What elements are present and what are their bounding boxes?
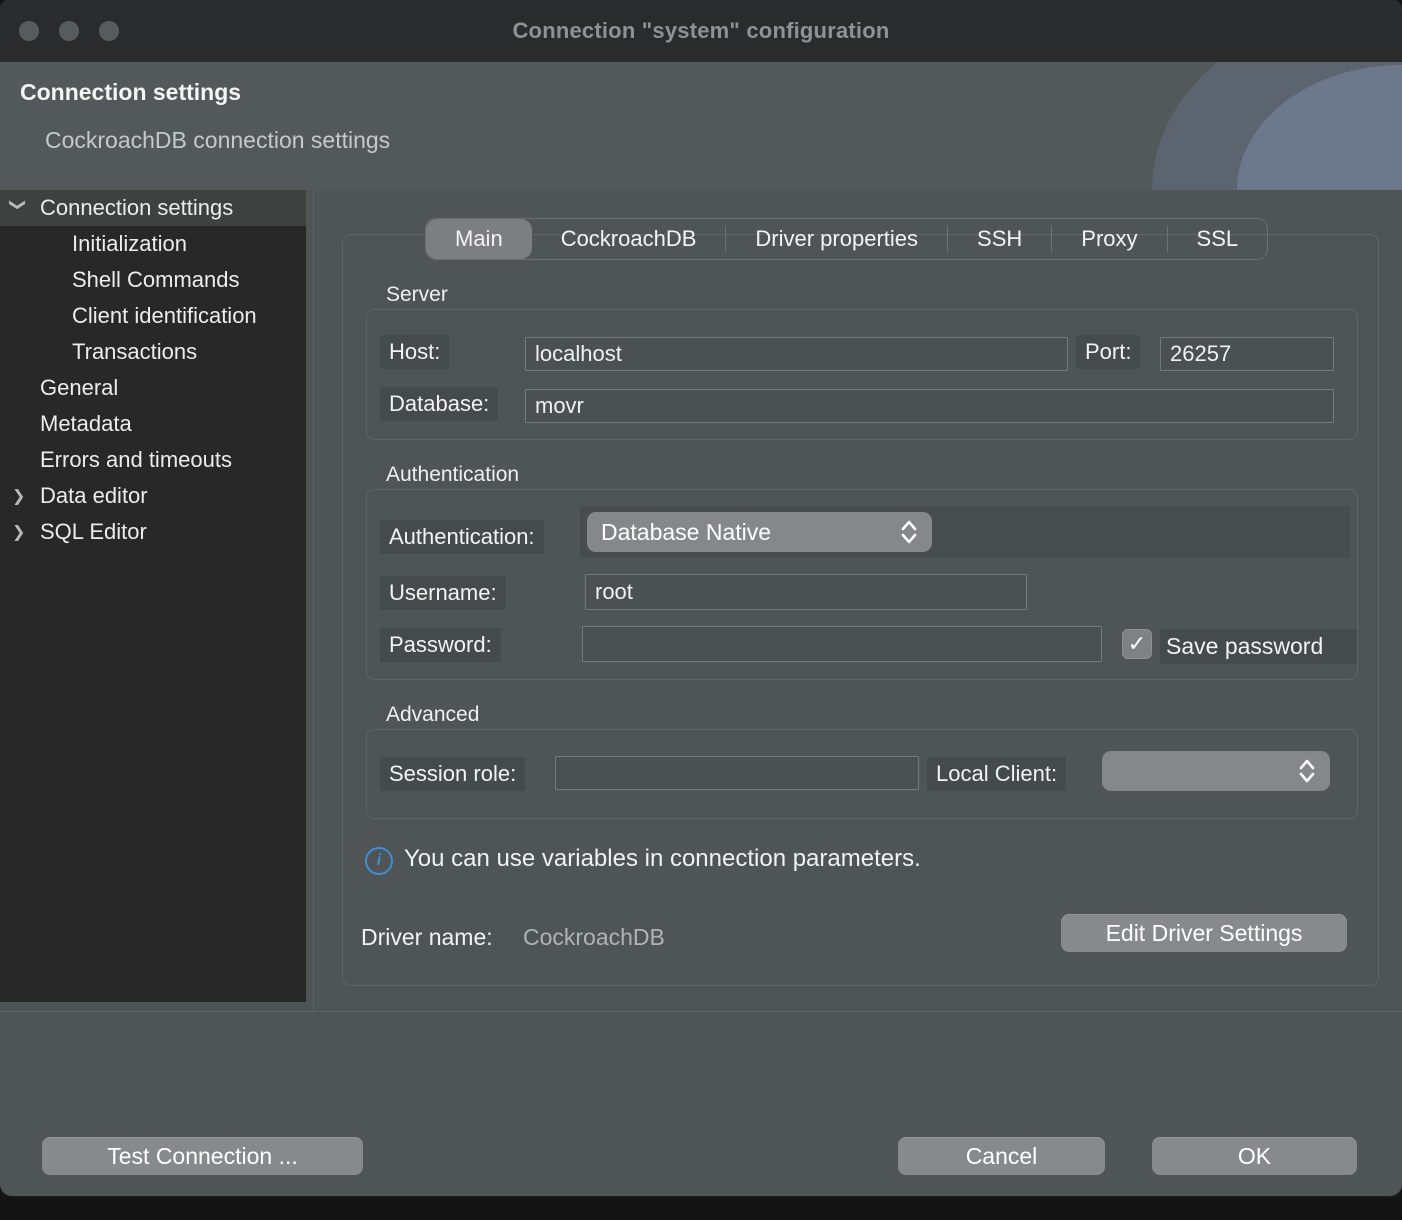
- sidebar-item-label: Transactions: [72, 339, 197, 365]
- dialog-header: Connection settings CockroachDB connecti…: [0, 62, 1402, 190]
- host-label: Host:: [380, 335, 449, 369]
- sidebar-item-sql-editor[interactable]: ❯ SQL Editor: [0, 514, 306, 550]
- session-role-input[interactable]: [555, 756, 919, 790]
- authentication-label: Authentication:: [380, 520, 544, 554]
- sidebar-item-label: SQL Editor: [40, 519, 147, 545]
- username-label: Username:: [380, 576, 506, 610]
- local-client-label: Local Client:: [927, 757, 1066, 791]
- tab-label: Driver properties: [755, 226, 918, 252]
- authentication-select[interactable]: Database Native: [587, 512, 932, 552]
- sidebar-item-initialization[interactable]: ❯ Initialization: [0, 226, 306, 262]
- sidebar-item-label: Shell Commands: [72, 267, 240, 293]
- database-label: Database:: [380, 387, 498, 421]
- sidebar-item-label: Initialization: [72, 231, 187, 257]
- tab-label: SSL: [1197, 226, 1239, 252]
- save-password-checkbox[interactable]: ✓: [1122, 629, 1152, 659]
- tab-cockroachdb[interactable]: CockroachDB: [532, 219, 726, 259]
- chevron-right-icon[interactable]: ❯: [12, 486, 32, 506]
- tab-driver-properties[interactable]: Driver properties: [726, 219, 947, 259]
- authentication-group: Authentication: Database Native Username…: [366, 489, 1358, 680]
- window-zoom-button[interactable]: [99, 21, 119, 41]
- window-title: Connection "system" configuration: [512, 18, 889, 44]
- authentication-section-heading: Authentication: [386, 463, 519, 487]
- updown-chevron-icon: [1298, 758, 1316, 784]
- sidebar-item-data-editor[interactable]: ❯ Data editor: [0, 478, 306, 514]
- sidebar-item-metadata[interactable]: ❯ Metadata: [0, 406, 306, 442]
- sidebar-item-general[interactable]: ❯ General: [0, 370, 306, 406]
- advanced-group: Session role: Local Client:: [366, 729, 1358, 819]
- username-input[interactable]: [585, 574, 1027, 610]
- tab-label: Main: [455, 226, 503, 252]
- sidebar-item-label: Connection settings: [40, 195, 233, 221]
- sidebar-item-errors-and-timeouts[interactable]: ❯ Errors and timeouts: [0, 442, 306, 478]
- tab-ssh[interactable]: SSH: [948, 219, 1051, 259]
- window-close-button[interactable]: [19, 21, 39, 41]
- variables-hint-text: You can use variables in connection para…: [404, 845, 921, 873]
- save-password-label: Save password: [1160, 629, 1358, 664]
- settings-tree: ❯ Connection settings ❯ Initialization ❯…: [0, 190, 306, 1002]
- test-connection-button[interactable]: Test Connection ...: [42, 1137, 363, 1175]
- ok-button[interactable]: OK: [1152, 1137, 1357, 1175]
- host-input[interactable]: [525, 337, 1068, 371]
- sidebar-item-label: Client identification: [72, 303, 257, 329]
- sidebar-item-transactions[interactable]: ❯ Transactions: [0, 334, 306, 370]
- edit-driver-settings-button[interactable]: Edit Driver Settings: [1061, 914, 1347, 952]
- title-bar: Connection "system" configuration: [0, 0, 1402, 62]
- database-input[interactable]: [525, 389, 1334, 423]
- screen: Connection "system" configuration Connec…: [0, 0, 1402, 1220]
- port-label: Port:: [1076, 335, 1140, 369]
- tab-main[interactable]: Main: [426, 219, 532, 259]
- sidebar-item-label: Errors and timeouts: [40, 447, 232, 473]
- updown-chevron-icon: [900, 519, 918, 545]
- footer-divider: [0, 1011, 1402, 1012]
- info-icon: i: [365, 847, 393, 875]
- tab-bar: Main CockroachDB Driver properties SSH Proxy…: [425, 218, 1268, 260]
- main-tab-panel: Server Host: Port: Database: Authenticat…: [342, 234, 1379, 986]
- connection-configuration-dialog: Connection "system" configuration Connec…: [0, 0, 1402, 1196]
- check-icon: ✓: [1128, 631, 1146, 657]
- driver-name-value: CockroachDB: [523, 924, 665, 951]
- chevron-down-icon[interactable]: ❯: [8, 198, 28, 218]
- tab-label: Proxy: [1081, 226, 1137, 252]
- session-role-label: Session role:: [380, 757, 525, 791]
- sidebar-item-client-identification[interactable]: ❯ Client identification: [0, 298, 306, 334]
- server-group: Host: Port: Database:: [366, 309, 1358, 440]
- tab-label: SSH: [977, 226, 1022, 252]
- tab-ssl[interactable]: SSL: [1168, 219, 1268, 259]
- password-label: Password:: [380, 628, 501, 662]
- sidebar-item-connection-settings[interactable]: ❯ Connection settings: [0, 190, 306, 226]
- sash-divider[interactable]: [313, 190, 314, 1012]
- tab-label: CockroachDB: [561, 226, 697, 252]
- cancel-button[interactable]: Cancel: [898, 1137, 1105, 1175]
- sidebar-item-shell-commands[interactable]: ❯ Shell Commands: [0, 262, 306, 298]
- advanced-section-heading: Advanced: [386, 703, 479, 727]
- sidebar-item-label: General: [40, 375, 118, 401]
- server-section-heading: Server: [386, 283, 448, 307]
- window-minimize-button[interactable]: [59, 21, 79, 41]
- page-title: Connection settings: [20, 79, 241, 106]
- driver-name-label: Driver name:: [361, 924, 493, 951]
- local-client-select[interactable]: [1102, 751, 1330, 791]
- page-subtitle: CockroachDB connection settings: [45, 127, 390, 154]
- sidebar-item-label: Data editor: [40, 483, 148, 509]
- chevron-right-icon[interactable]: ❯: [12, 522, 32, 542]
- tab-proxy[interactable]: Proxy: [1052, 219, 1166, 259]
- password-input[interactable]: [582, 626, 1102, 662]
- sidebar-item-label: Metadata: [40, 411, 132, 437]
- window-controls: [19, 21, 119, 41]
- authentication-select-value: Database Native: [601, 519, 771, 546]
- port-input[interactable]: [1160, 337, 1334, 371]
